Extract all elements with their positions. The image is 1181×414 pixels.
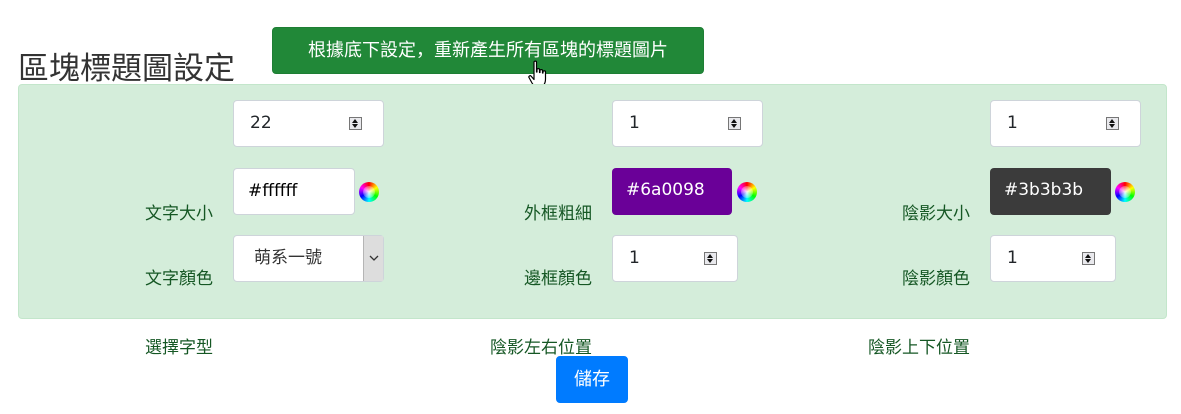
shadow-x-value: 1: [629, 248, 640, 268]
shadow-color-input[interactable]: #3b3b3b: [990, 168, 1111, 215]
save-button[interactable]: 儲存: [556, 356, 628, 403]
text-color-picker-icon[interactable]: [359, 182, 379, 202]
font-family-value: 萌系一號: [254, 248, 322, 268]
chevron-down-icon: [369, 255, 379, 261]
font-size-value: 22: [250, 113, 272, 133]
border-width-label: 外框粗細: [524, 204, 592, 224]
shadow-x-label: 陰影左右位置: [490, 338, 592, 358]
border-color-input[interactable]: #6a0098: [612, 168, 732, 215]
settings-panel: 文字大小 22 外框粗細 1 陰影大小 1 文字顏色 #ffffff 邊框顏色 …: [18, 84, 1167, 358]
shadow-size-input[interactable]: 1: [990, 100, 1141, 147]
text-color-input[interactable]: #ffffff: [233, 168, 355, 215]
shadow-color-label: 陰影顏色: [902, 269, 970, 289]
shadow-y-spinner[interactable]: [1082, 252, 1095, 265]
border-width-value: 1: [629, 113, 640, 133]
border-color-label: 邊框顏色: [524, 269, 592, 289]
font-size-spinner[interactable]: [349, 117, 362, 130]
text-color-label: 文字顏色: [145, 269, 213, 289]
shadow-y-label: 陰影上下位置: [868, 338, 970, 358]
shadow-x-input[interactable]: 1: [612, 235, 738, 282]
shadow-x-spinner[interactable]: [704, 252, 717, 265]
border-color-picker-icon[interactable]: [737, 182, 757, 202]
border-width-spinner[interactable]: [728, 117, 741, 130]
shadow-size-value: 1: [1007, 113, 1018, 133]
select-dropdown-button[interactable]: [363, 236, 383, 281]
regenerate-images-button[interactable]: 根據底下設定，重新產生所有區塊的標題圖片: [272, 27, 704, 74]
shadow-color-picker-icon[interactable]: [1115, 182, 1135, 202]
shadow-y-value: 1: [1007, 248, 1018, 268]
border-width-input[interactable]: 1: [612, 100, 763, 147]
font-family-label: 選擇字型: [145, 338, 213, 358]
font-size-input[interactable]: 22: [233, 100, 384, 147]
shadow-y-input[interactable]: 1: [990, 235, 1116, 282]
shadow-size-spinner[interactable]: [1106, 117, 1119, 130]
font-size-label: 文字大小: [145, 204, 213, 224]
shadow-size-label: 陰影大小: [902, 204, 970, 224]
font-family-select[interactable]: 萌系一號: [233, 235, 384, 282]
